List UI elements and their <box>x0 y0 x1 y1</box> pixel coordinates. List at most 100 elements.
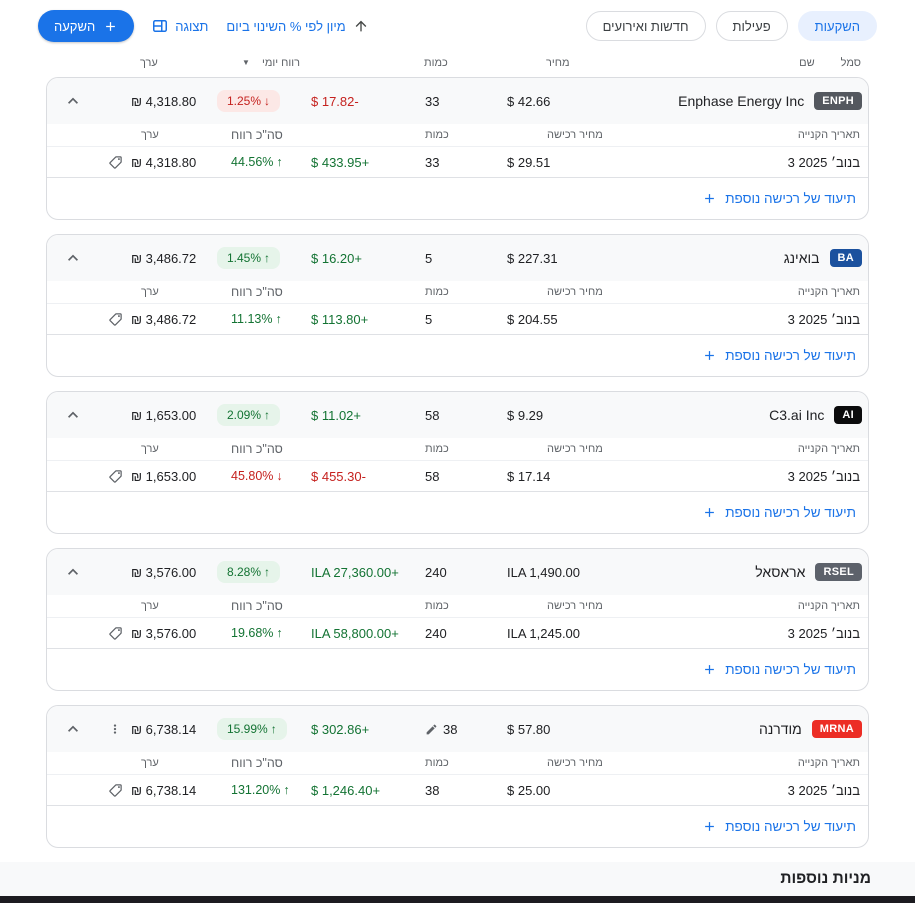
pencil-icon[interactable] <box>425 723 438 736</box>
symbol-badge[interactable]: MRNA <box>811 720 862 739</box>
view-tabs: השקעות פעילות חדשות ואירועים <box>585 11 877 41</box>
column-header-symbol: סמל <box>840 56 861 69</box>
lot-qty: 5 <box>425 311 433 327</box>
add-purchase-button[interactable]: תיעוד של רכישה נוספת <box>702 191 856 206</box>
holding-price: $ 9.29 <box>507 407 544 423</box>
daily-pct-badge: 15.99% ↑ <box>217 718 287 741</box>
daily-pct-badge: 1.25% ↓ <box>217 90 281 113</box>
add-purchase-label: תיעוד של רכישה נוספת <box>725 348 856 364</box>
total-change: $ 455.30- <box>311 468 366 484</box>
holding-value-cell: ₪ 3,576.00 <box>99 562 211 582</box>
kebab-icon[interactable] <box>108 722 122 736</box>
add-purchase-label: תיעוד של רכישה נוספת <box>725 819 856 835</box>
daily-change: ILA 27,360.00+ <box>311 564 399 580</box>
symbol-badge[interactable]: AI <box>834 406 862 425</box>
daily-change: $ 302.86+ <box>311 721 370 737</box>
sub-header-value: ערך <box>141 757 159 770</box>
holding-main-row: ₪ 3,576.00 8.28% ↑ ILA 27,360.00+ 240 IL… <box>47 549 868 596</box>
sort-button[interactable]: מיון לפי % השינוי ביום <box>226 18 368 34</box>
symbol-badge[interactable]: BA <box>829 249 862 268</box>
holding-card: ₪ 4,318.80 1.25% ↓ $ 17.82- 33 $ 42.66 E… <box>46 77 869 221</box>
add-purchase-button[interactable]: תיעוד של רכישה נוספת <box>702 505 856 520</box>
chevron-up-icon <box>63 91 83 111</box>
more-stocks-title: מניות נוספות <box>780 870 871 888</box>
total-pct-arrow: ↑ <box>276 626 283 641</box>
tag-icon <box>108 469 123 484</box>
sub-header-total-profit: סה"כ רווח <box>231 599 283 614</box>
collapse-button[interactable] <box>47 91 99 111</box>
sub-header-purchase-date: תאריך הקנייה <box>797 129 860 142</box>
purchase-subheader-row: ערך סה"כ רווח כמות מחיר רכישה תאריך הקני… <box>47 438 868 462</box>
symbol-badge[interactable]: RSEL <box>815 563 862 582</box>
purchase-lot-row: ₪ 3,486.72 11.13% ↑ $ 113.80+ 5 $ 204.55… <box>47 304 868 336</box>
daily-pct: 1.45% <box>227 251 262 266</box>
tag-icon <box>108 312 123 327</box>
lot-value: ₪ 1,653.00 <box>131 468 197 484</box>
symbol-badge[interactable]: ENPH <box>814 92 862 111</box>
lot-purchase-date: 3 בנוב׳ 2025 <box>787 782 860 798</box>
purchase-subheader-row: ערך סה"כ רווח כמות מחיר רכישה תאריך הקני… <box>47 281 868 305</box>
column-header-daily-profit[interactable]: ▼ רווח יומי <box>210 57 302 69</box>
tab-news-events[interactable]: חדשות ואירועים <box>585 11 706 41</box>
collapse-button[interactable] <box>47 405 99 425</box>
holding-price: $ 227.31 <box>507 250 558 266</box>
portfolio-page: השקעות פעילות חדשות ואירועים מיון לפי % … <box>0 0 915 903</box>
lot-value: ₪ 6,738.14 <box>131 782 197 798</box>
total-pct-value: 131.20% <box>231 783 281 798</box>
add-purchase-button[interactable]: תיעוד של רכישה נוספת <box>702 348 856 363</box>
daily-pct-arrow: ↑ <box>270 722 277 737</box>
collapse-button[interactable] <box>47 248 99 268</box>
lot-purchase-date: 3 בנוב׳ 2025 <box>787 311 860 327</box>
column-header-name: שם <box>799 56 815 69</box>
sub-header-purchase-date: תאריך הקנייה <box>797 600 860 613</box>
daily-change: $ 11.02+ <box>311 407 362 423</box>
total-pct-value: 11.13% <box>231 312 273 327</box>
holding-card: ₪ 1,653.00 2.09% ↑ $ 11.02+ 58 $ 9.29 C3… <box>46 391 869 535</box>
holding-value-cell: ₪ 6,738.14 <box>99 719 211 739</box>
purchase-lot-row: ₪ 3,576.00 19.68% ↑ ILA 58,800.00+ 240 I… <box>47 618 868 650</box>
holding-qty: 5 <box>425 250 433 266</box>
add-purchase-row: תיעוד של רכישה נוספת <box>47 335 868 376</box>
collapse-button[interactable] <box>47 719 99 739</box>
holding-main-row: ₪ 6,738.14 15.99% ↑ $ 302.86+ 38 $ 57.80 <box>47 706 868 753</box>
tab-activity[interactable]: פעילות <box>715 11 788 41</box>
sub-header-purchase-price: מחיר רכישה <box>547 286 603 299</box>
lot-qty: 33 <box>425 154 440 170</box>
add-purchase-row: תיעוד של רכישה נוספת <box>47 806 868 847</box>
view-button[interactable]: תצוגה <box>152 18 208 34</box>
tab-label: פעילות <box>732 18 771 34</box>
total-pct-value: 19.68% <box>231 626 274 641</box>
column-header-price: מחיר <box>546 56 570 69</box>
sub-header-purchase-date: תאריך הקנייה <box>797 443 860 456</box>
lot-value: ₪ 3,486.72 <box>131 311 197 327</box>
sub-header-value: ערך <box>141 286 159 299</box>
add-purchase-label: תיעוד של רכישה נוספת <box>725 191 856 207</box>
holding-main-row: ₪ 1,653.00 2.09% ↑ $ 11.02+ 58 $ 9.29 C3… <box>47 392 868 439</box>
add-purchase-button[interactable]: תיעוד של רכישה נוספת <box>702 819 856 834</box>
tab-investments[interactable]: השקעות <box>797 11 877 41</box>
holding-value: ₪ 3,486.72 <box>131 250 197 266</box>
sub-header-value: ערך <box>141 129 159 142</box>
daily-pct-badge: 1.45% ↑ <box>217 247 281 270</box>
lot-purchase-date: 3 בנוב׳ 2025 <box>787 625 860 641</box>
purchase-subheader-row: ערך סה"כ רווח כמות מחיר רכישה תאריך הקני… <box>47 752 868 776</box>
sub-header-purchase-price: מחיר רכישה <box>547 600 603 613</box>
plus-icon <box>702 348 717 363</box>
dropdown-caret-icon: ▼ <box>242 58 250 68</box>
more-stocks-section: מניות נוספות <box>0 862 915 896</box>
tab-label: השקעות <box>814 18 860 34</box>
lot-qty: 240 <box>425 625 447 641</box>
holding-value: ₪ 3,576.00 <box>131 564 197 580</box>
stock-name: בואינג <box>783 250 820 267</box>
add-purchase-label: תיעוד של רכישה נוספת <box>725 662 856 678</box>
daily-pct: 8.28% <box>227 565 262 580</box>
column-header-value: ערך <box>140 56 158 69</box>
holding-main-row: ₪ 4,318.80 1.25% ↓ $ 17.82- 33 $ 42.66 E… <box>47 78 868 125</box>
collapse-button[interactable] <box>47 562 99 582</box>
stock-name: מודרנה <box>758 721 802 738</box>
toolbar-actions: מיון לפי % השינוי ביום תצוגה השקעה <box>38 10 369 42</box>
sub-header-total-profit: סה"כ רווח <box>231 756 283 771</box>
add-purchase-button[interactable]: תיעוד של רכישה נוספת <box>702 662 856 677</box>
add-investment-button[interactable]: השקעה <box>38 10 135 42</box>
cards: ₪ 4,318.80 1.25% ↓ $ 17.82- 33 $ 42.66 E… <box>36 77 879 862</box>
